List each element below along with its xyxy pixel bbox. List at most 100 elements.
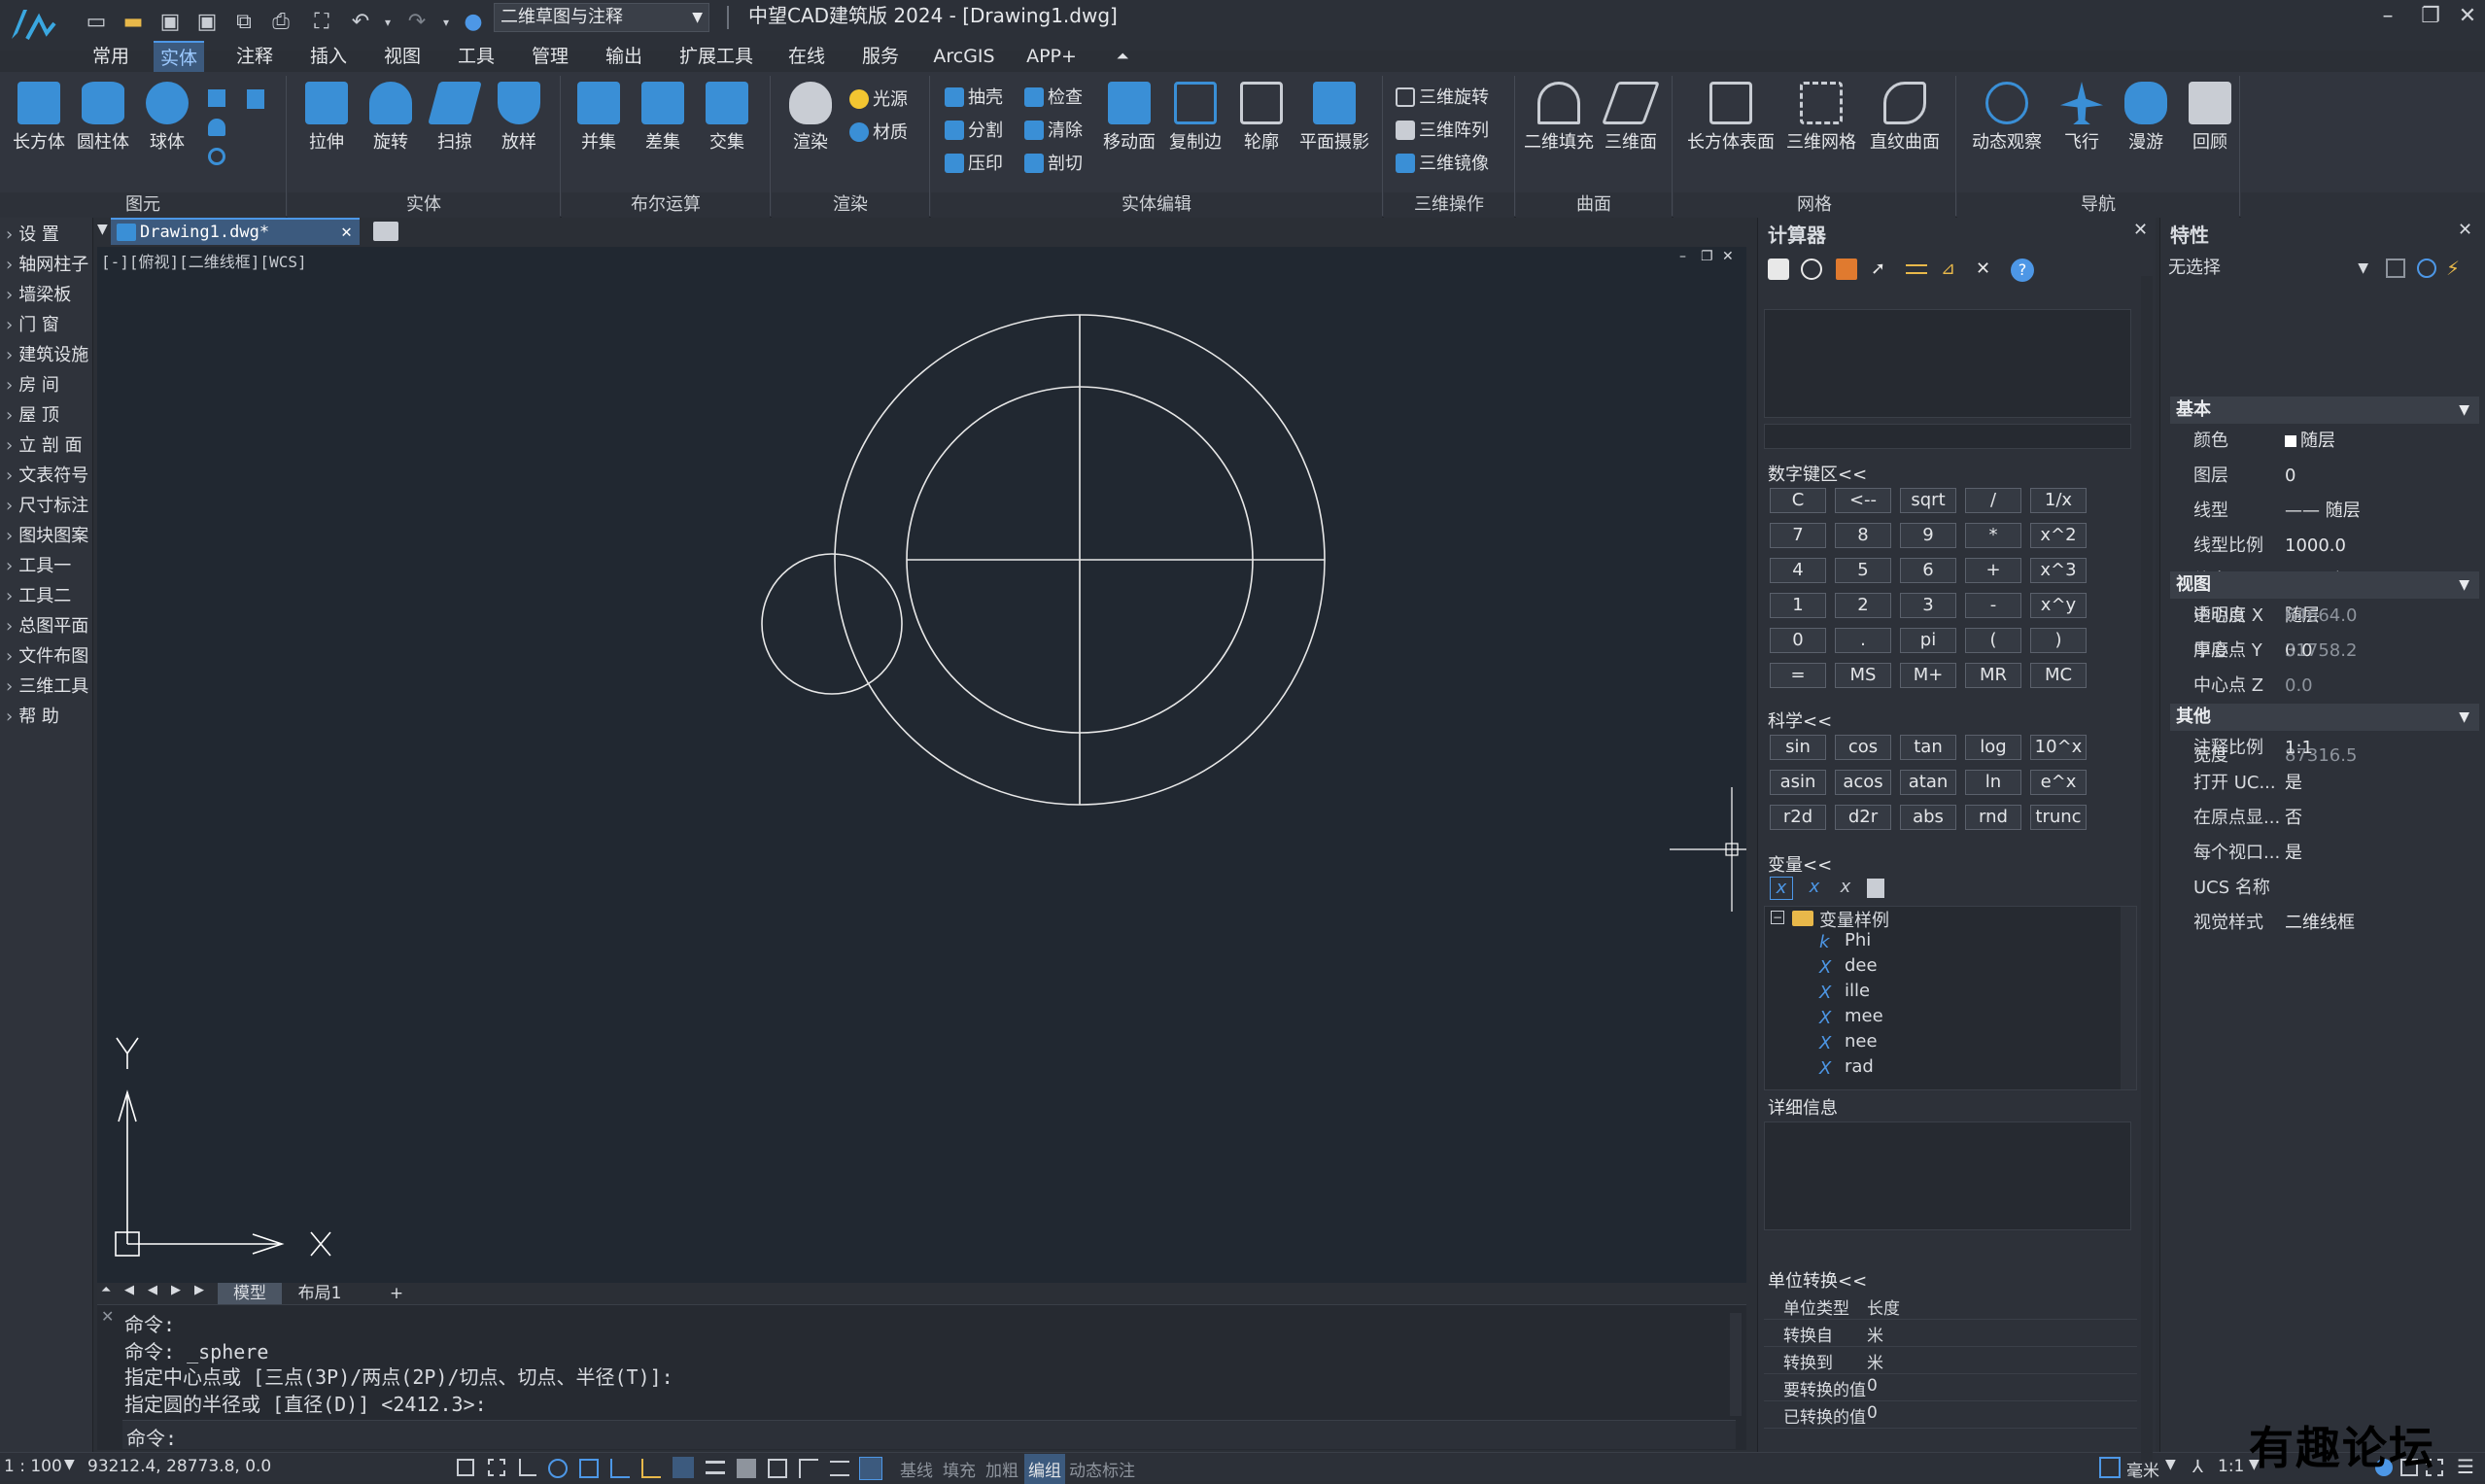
add-layout-tab[interactable]: + xyxy=(385,1283,408,1304)
scientific-key[interactable]: asin xyxy=(1770,770,1826,795)
sidebar-item-site[interactable]: 总图平面 xyxy=(6,613,91,640)
property-row[interactable]: 线型 —— 随层 xyxy=(2170,494,2479,529)
tab-menu-icon[interactable]: ▼ xyxy=(97,222,108,237)
tab-tools[interactable]: 工具 xyxy=(451,41,501,72)
calc-key[interactable]: 1 xyxy=(1770,593,1826,618)
scientific-key[interactable]: e^x xyxy=(2030,770,2087,795)
calc-key[interactable]: - xyxy=(1965,593,2021,618)
toggle-dynamic-dim[interactable]: 动态标注 xyxy=(1069,1457,1135,1481)
property-row[interactable]: 中心点 Z 0.0 xyxy=(2170,669,2479,704)
union-button[interactable]: 并集 xyxy=(568,82,630,154)
sidebar-item-tools2[interactable]: 工具二 xyxy=(6,583,91,610)
variables-section-label[interactable]: 变量<< xyxy=(1768,851,1832,877)
unit-icon[interactable] xyxy=(2099,1457,2121,1478)
transparency-icon[interactable] xyxy=(737,1459,756,1478)
calculator-close-icon[interactable]: ✕ xyxy=(2133,220,2148,240)
review-button[interactable]: 回顾 xyxy=(2179,82,2241,154)
annotation-scale-readout[interactable]: 1:1 xyxy=(2218,1457,2244,1476)
sidebar-item-blocks[interactable]: 图块图案 xyxy=(6,523,91,550)
box-surface-button[interactable]: 长方体表面 xyxy=(1685,82,1777,154)
annotation-monitor-icon[interactable] xyxy=(799,1459,818,1478)
quick-properties-icon[interactable] xyxy=(830,1461,849,1476)
tab-drawing1[interactable]: Drawing1.dwg* ✕ xyxy=(111,218,360,245)
property-row[interactable]: 在原点显... 否 xyxy=(2170,801,2479,836)
sidebar-item-settings[interactable]: 设 置 xyxy=(6,222,91,249)
calc-key[interactable]: 8 xyxy=(1835,523,1891,548)
light-button[interactable]: 光源 xyxy=(849,86,908,115)
sidebar-item-facilities[interactable]: 建筑设施 xyxy=(6,342,91,369)
scientific-key[interactable]: r2d xyxy=(1770,805,1826,830)
tab-insert[interactable]: 插入 xyxy=(303,41,354,72)
save-as-icon[interactable]: ▣ xyxy=(192,8,222,37)
dynamic-ucs-icon[interactable] xyxy=(641,1459,661,1478)
tab-online[interactable]: 在线 xyxy=(781,41,832,72)
new-tab-icon[interactable] xyxy=(373,222,398,241)
toggle-group[interactable]: 编组 xyxy=(1024,1454,1065,1484)
print-icon[interactable]: ⎙ xyxy=(266,8,295,37)
fill2d-button[interactable]: 二维填充 xyxy=(1522,82,1596,154)
workspace-select[interactable]: 二维草图与注释 ▼ xyxy=(494,3,709,32)
clean-button[interactable]: 清除 xyxy=(1024,117,1083,146)
calc-key[interactable]: M+ xyxy=(1900,663,1956,688)
sidebar-item-layout[interactable]: 文件布图 xyxy=(6,643,91,671)
edit-variable-icon[interactable]: x xyxy=(1803,877,1826,900)
scientific-key[interactable]: atan xyxy=(1900,770,1956,795)
paste-value-icon[interactable] xyxy=(1836,259,1857,280)
calc-input-box[interactable] xyxy=(1764,424,2131,449)
scientific-key[interactable]: trunc xyxy=(2030,805,2087,830)
array3d-button[interactable]: 三维阵列 xyxy=(1396,117,1489,146)
sidebar-item-doors[interactable]: 门 窗 xyxy=(6,312,91,339)
help-icon[interactable]: ● xyxy=(459,8,488,37)
distance-icon[interactable] xyxy=(1906,264,1927,274)
torus-icon[interactable] xyxy=(208,148,225,165)
command-scrollbar[interactable] xyxy=(1730,1313,1742,1416)
subtract-button[interactable]: 差集 xyxy=(632,82,694,154)
mesh3d-button[interactable]: 三维网格 xyxy=(1782,82,1860,154)
variable-item[interactable]: rad xyxy=(1845,1056,1874,1077)
variable-group-label[interactable]: 变量样例 xyxy=(1819,907,1889,932)
calc-key[interactable]: x^y xyxy=(2030,593,2087,618)
calc-key[interactable]: 7 xyxy=(1770,523,1826,548)
property-value[interactable]: 1:1 xyxy=(2285,731,2313,766)
quick-select-icon[interactable]: ⚡ xyxy=(2446,257,2460,280)
calc-key[interactable]: C xyxy=(1770,488,1826,513)
imprint-button[interactable]: 压印 xyxy=(945,150,1003,179)
undo-dropdown-icon[interactable]: ▾ xyxy=(373,8,402,37)
calc-scrollbar[interactable] xyxy=(2141,276,2153,1462)
calc-key[interactable]: x^3 xyxy=(2030,558,2087,583)
selection-cycle-icon[interactable] xyxy=(768,1459,787,1478)
clear-icon[interactable] xyxy=(1768,259,1789,280)
calc-key[interactable]: 9 xyxy=(1900,523,1956,548)
property-value[interactable]: 是 xyxy=(2285,836,2302,871)
minimize-button[interactable]: – xyxy=(2365,0,2410,33)
copy-edge-button[interactable]: 复制边 xyxy=(1164,82,1226,154)
toggle-baseline[interactable]: 基线 xyxy=(900,1457,933,1481)
property-row[interactable]: UCS 名称 xyxy=(2170,871,2479,906)
loft-button[interactable]: 放样 xyxy=(488,82,550,154)
osnap-icon[interactable] xyxy=(579,1459,599,1478)
calc-key[interactable]: ( xyxy=(1965,628,2021,653)
calc-key[interactable]: + xyxy=(1965,558,2021,583)
select-objects-icon[interactable] xyxy=(2417,259,2436,278)
grid-icon[interactable] xyxy=(457,1459,474,1476)
material-button[interactable]: 材质 xyxy=(849,119,908,148)
calc-variable-icon[interactable] xyxy=(1867,879,1884,898)
redo-dropdown-icon[interactable]: ▾ xyxy=(431,8,461,37)
customize-menu-icon[interactable]: ☰ xyxy=(2457,1455,2474,1478)
angle-icon[interactable]: ⊿ xyxy=(1941,259,1962,280)
calc-key[interactable]: * xyxy=(1965,523,2021,548)
sidebar-item-dimension[interactable]: 尺寸标注 xyxy=(6,493,91,520)
calculator-toggle-icon[interactable] xyxy=(859,1457,882,1480)
property-row[interactable]: 视觉样式 二维线框 xyxy=(2170,906,2479,941)
calc-key[interactable]: . xyxy=(1835,628,1891,653)
calc-key[interactable]: x^2 xyxy=(2030,523,2087,548)
fly-button[interactable]: 飞行 xyxy=(2051,82,2113,154)
property-value[interactable]: 0 xyxy=(2285,459,2295,494)
section-basic[interactable]: 基本 ▼ xyxy=(2170,397,2479,424)
new-file-icon[interactable]: ▭ xyxy=(82,8,111,37)
scientific-key[interactable]: log xyxy=(1965,735,2021,760)
scale-dropdown-icon[interactable]: ▼ xyxy=(64,1457,75,1472)
unit-row-value[interactable]: 长度 xyxy=(1867,1294,1900,1319)
calc-key[interactable]: 2 xyxy=(1835,593,1891,618)
property-value[interactable]: 二维线框 xyxy=(2285,906,2355,941)
